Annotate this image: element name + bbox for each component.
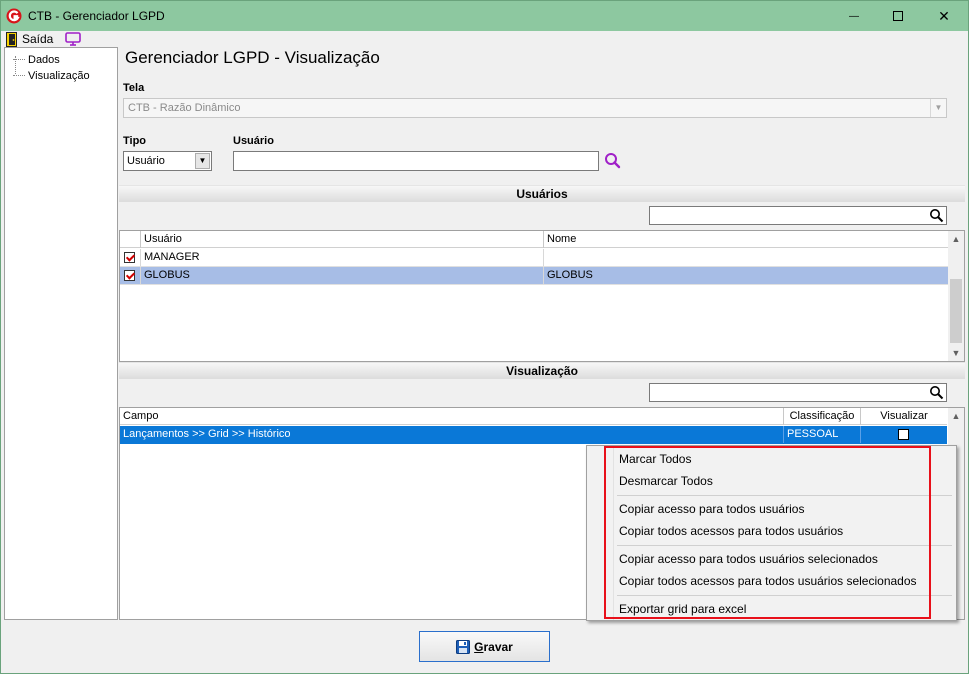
minimize-icon: — xyxy=(849,10,859,22)
usuario-input[interactable] xyxy=(233,151,599,171)
search-icon[interactable] xyxy=(929,385,944,400)
tipo-select[interactable]: Usuário ▼ xyxy=(123,151,212,171)
minimize-button[interactable]: — xyxy=(831,1,877,31)
users-grid: Usuário Nome MANAGER GLOBUS GLOBUS ▲ ▼ xyxy=(119,230,965,362)
tree-item-label: Dados xyxy=(28,53,60,66)
maximize-icon xyxy=(893,11,903,21)
tipo-label: Tipo xyxy=(123,135,147,147)
tela-select-value: CTB - Razão Dinâmico xyxy=(128,102,241,114)
row-checkbox[interactable] xyxy=(124,252,135,263)
column-header-usuario[interactable]: Usuário xyxy=(141,231,544,248)
cell-campo: Lançamentos >> Grid >> Histórico xyxy=(120,426,784,443)
save-button[interactable]: Gravar xyxy=(419,631,550,662)
app-window: CTB - Gerenciador LGPD — ✕ Saída Dados V… xyxy=(0,0,969,674)
table-row[interactable]: MANAGER xyxy=(120,249,949,267)
users-filter-input[interactable] xyxy=(649,206,947,225)
close-button[interactable]: ✕ xyxy=(921,1,967,31)
row-checkbox[interactable] xyxy=(124,270,135,281)
column-header-classificacao[interactable]: Classificação xyxy=(784,408,861,425)
cell-visualizar[interactable] xyxy=(861,426,947,443)
title-bar[interactable]: CTB - Gerenciador LGPD — ✕ xyxy=(1,1,968,31)
tree-branch-line xyxy=(13,59,25,60)
monitor-icon[interactable] xyxy=(65,32,82,46)
visualizar-checkbox[interactable] xyxy=(898,429,909,440)
view-grid-header: Campo Classificação Visualizar xyxy=(120,408,947,425)
close-icon: ✕ xyxy=(938,7,950,24)
scroll-up-icon[interactable]: ▲ xyxy=(948,408,964,424)
scroll-down-icon[interactable]: ▼ xyxy=(948,345,964,361)
save-button-label: Gravar xyxy=(474,640,513,654)
chevron-down-icon[interactable]: ▼ xyxy=(930,99,946,117)
row-checkbox-cell[interactable] xyxy=(120,249,141,266)
tipo-select-value: Usuário xyxy=(127,155,165,167)
tree-item-dados[interactable]: Dados xyxy=(13,52,60,67)
app-logo-icon xyxy=(6,8,22,24)
tree-item-visualizacao[interactable]: Visualização xyxy=(13,68,90,83)
floppy-disk-icon xyxy=(456,639,471,654)
page-title: Gerenciador LGPD - Visualização xyxy=(125,48,380,67)
cell-classificacao: PESSOAL xyxy=(784,426,861,443)
tree-item-label: Visualização xyxy=(28,69,90,82)
highlight-annotation xyxy=(604,446,931,619)
column-header-nome[interactable]: Nome xyxy=(544,231,949,248)
search-icon[interactable] xyxy=(603,152,623,170)
tela-label: Tela xyxy=(123,82,145,94)
cell-usuario: MANAGER xyxy=(141,249,544,266)
column-header-campo[interactable]: Campo xyxy=(120,408,784,425)
table-row[interactable]: Lançamentos >> Grid >> Histórico PESSOAL xyxy=(120,426,947,444)
view-section-header: Visualização xyxy=(119,362,965,379)
users-section-header: Usuários xyxy=(119,185,965,202)
door-exit-icon[interactable] xyxy=(6,31,17,47)
exit-menu-item[interactable]: Saída xyxy=(22,32,53,46)
navigation-tree: Dados Visualização xyxy=(4,47,118,620)
row-checkbox-cell[interactable] xyxy=(120,267,141,284)
cell-nome xyxy=(544,249,949,266)
view-filter-input[interactable] xyxy=(649,383,947,402)
tela-select[interactable]: CTB - Razão Dinâmico ▼ xyxy=(123,98,947,118)
checkbox-column-header xyxy=(120,231,141,248)
cell-usuario: GLOBUS xyxy=(141,267,544,284)
cell-nome: GLOBUS xyxy=(547,269,593,281)
menu-bar: Saída xyxy=(1,31,968,47)
users-grid-scrollbar[interactable]: ▲ ▼ xyxy=(948,231,964,361)
search-icon[interactable] xyxy=(929,208,944,223)
usuario-label: Usuário xyxy=(233,135,274,147)
table-row[interactable]: GLOBUS GLOBUS xyxy=(120,267,949,285)
column-header-visualizar[interactable]: Visualizar xyxy=(861,408,947,425)
maximize-button[interactable] xyxy=(875,1,921,31)
scroll-up-icon[interactable]: ▲ xyxy=(948,231,964,247)
chevron-down-icon[interactable]: ▼ xyxy=(195,153,210,169)
save-label-rest: ravar xyxy=(483,639,513,654)
window-title: CTB - Gerenciador LGPD xyxy=(28,9,165,23)
users-grid-header: Usuário Nome xyxy=(120,231,949,248)
tree-branch-line xyxy=(13,75,25,76)
scrollbar-thumb[interactable] xyxy=(950,279,962,343)
